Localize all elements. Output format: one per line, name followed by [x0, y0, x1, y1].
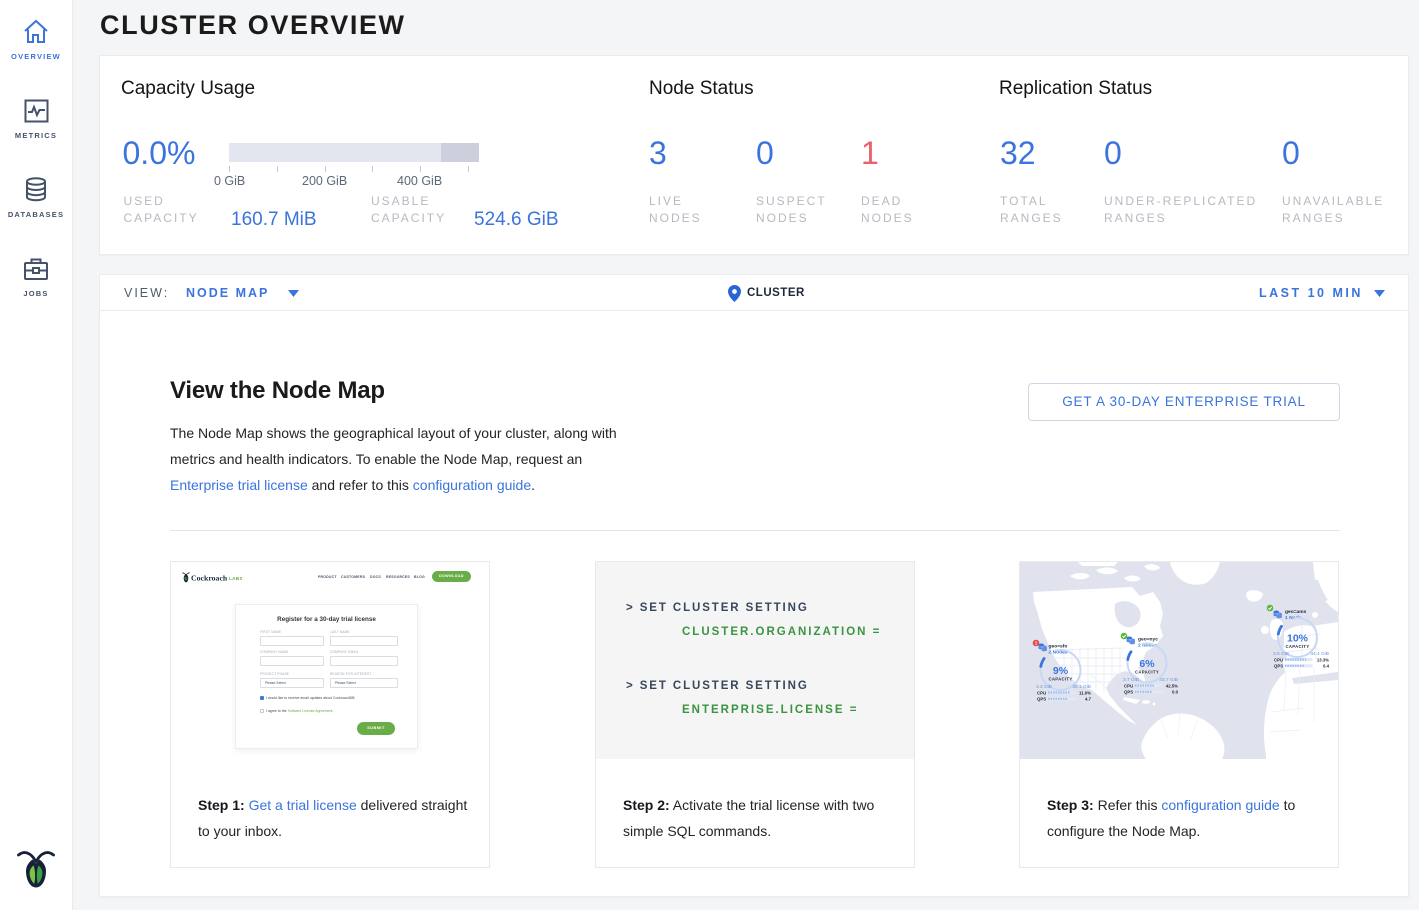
- svg-text:QPS: QPS: [1274, 664, 1283, 669]
- svg-text:QPS: QPS: [1124, 690, 1133, 695]
- svg-text:geo=nyc: geo=nyc: [1138, 638, 1158, 643]
- svg-text:Cockroach: Cockroach: [191, 574, 228, 583]
- svg-text:10%: 10%: [1287, 633, 1309, 645]
- svg-text:43.7 GiB: 43.7 GiB: [1159, 677, 1178, 683]
- svg-text:geo=ams: geo=ams: [1285, 610, 1307, 615]
- svg-text:CPU: CPU: [1274, 657, 1283, 662]
- svg-text:0.4: 0.4: [1323, 664, 1330, 669]
- svg-text:CPU: CPU: [1124, 683, 1133, 688]
- svg-text:0.0: 0.0: [1172, 690, 1179, 695]
- svg-text:9%: 9%: [1053, 665, 1069, 677]
- svg-text:42.5%: 42.5%: [1166, 683, 1178, 688]
- svg-text:geo=sfo: geo=sfo: [1049, 644, 1068, 650]
- svg-text:CAPACITY: CAPACITY: [1048, 677, 1072, 682]
- svg-text:3.7 GiB: 3.7 GiB: [1123, 677, 1139, 683]
- svg-text:3.6 GiB: 3.6 GiB: [1273, 651, 1289, 657]
- svg-text:13.3%: 13.3%: [1317, 657, 1329, 662]
- svg-text:35.1 GiB: 35.1 GiB: [1072, 684, 1091, 690]
- svg-text:11.0%: 11.0%: [1079, 690, 1091, 695]
- svg-text:CPU: CPU: [1037, 690, 1046, 695]
- svg-text:LABS: LABS: [229, 576, 242, 582]
- svg-text:QPS: QPS: [1037, 697, 1046, 702]
- svg-text:4.7: 4.7: [1085, 697, 1092, 702]
- svg-text:6%: 6%: [1139, 658, 1155, 670]
- svg-text:34.4 GiB: 34.4 GiB: [1310, 651, 1329, 657]
- svg-text:CAPACITY: CAPACITY: [1135, 670, 1159, 675]
- svg-text:3.2 GiB: 3.2 GiB: [1036, 684, 1052, 690]
- svg-text:CAPACITY: CAPACITY: [1285, 644, 1309, 649]
